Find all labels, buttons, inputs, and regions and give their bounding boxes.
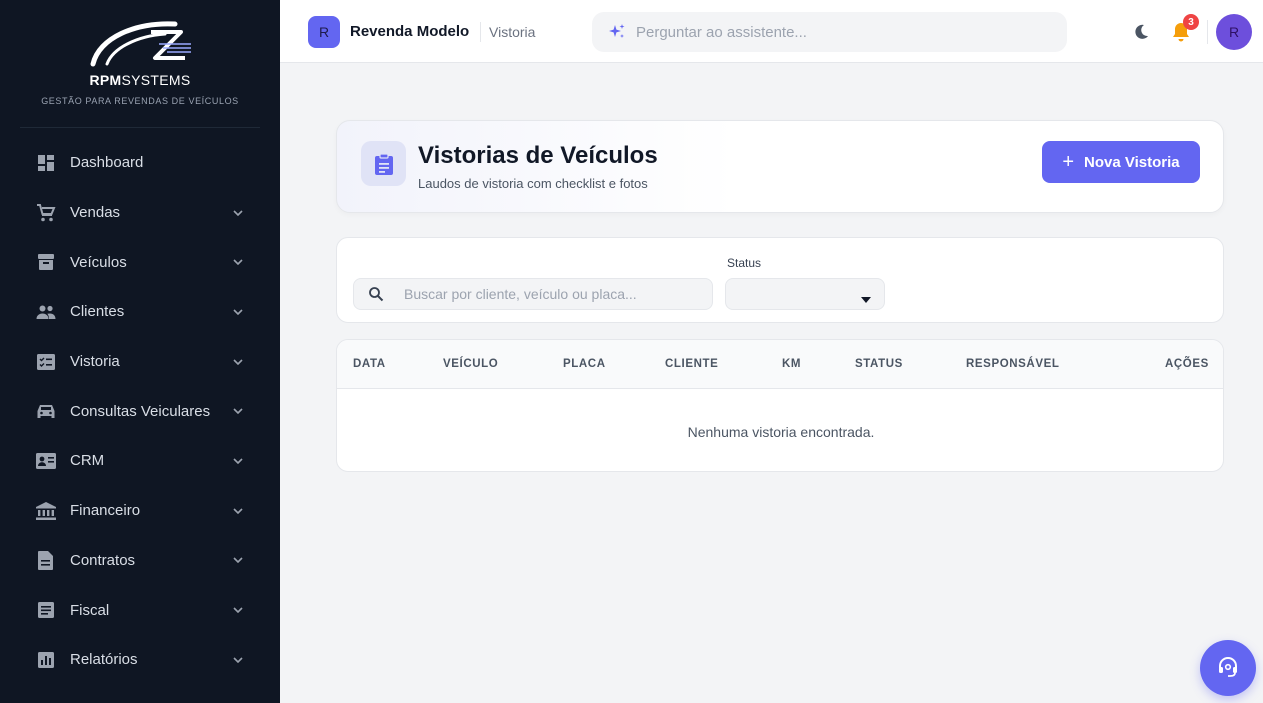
new-vistoria-label: Nova Vistoria	[1084, 153, 1180, 171]
new-vistoria-button[interactable]: + Nova Vistoria	[1042, 141, 1200, 183]
sidebar-item-consultas-veiculares[interactable]: Consultas Veiculares	[0, 386, 280, 436]
sparkle-icon	[608, 23, 626, 41]
chevron-down-icon	[232, 256, 244, 268]
chevron-down-icon	[232, 554, 244, 566]
notification-badge: 3	[1183, 14, 1199, 30]
filter-card: Status	[336, 237, 1224, 323]
sidebar-item-veiculos[interactable]: Veículos	[0, 237, 280, 287]
bank-icon	[36, 501, 56, 521]
caret-down-icon	[860, 291, 872, 303]
list-document-icon	[36, 600, 56, 620]
chevron-down-icon	[232, 505, 244, 517]
assistant-input[interactable]: Perguntar ao assistente...	[592, 12, 1067, 52]
column-header-acoes: AÇÕES	[1165, 358, 1209, 370]
breadcrumb-divider	[480, 22, 481, 42]
search-input[interactable]	[404, 286, 704, 302]
chevron-down-icon	[232, 356, 244, 368]
chevron-down-icon	[232, 455, 244, 467]
sidebar-item-label: Vistoria	[70, 353, 120, 371]
column-header-data[interactable]: DATA	[353, 358, 386, 370]
org-name[interactable]: Revenda Modelo	[350, 23, 469, 40]
page-title: Vistorias de Veículos	[418, 142, 658, 169]
sidebar-item-clientes[interactable]: Clientes	[0, 287, 280, 337]
sidebar-item-vendas[interactable]: Vendas	[0, 188, 280, 238]
plus-icon: +	[1062, 151, 1075, 173]
sidebar-item-vistoria[interactable]: Vistoria	[0, 337, 280, 387]
status-select[interactable]	[725, 278, 885, 310]
chevron-down-icon	[232, 654, 244, 666]
document-icon	[36, 550, 56, 570]
column-header-km[interactable]: KM	[782, 358, 801, 370]
chevron-down-icon	[232, 604, 244, 616]
page-header-card: Vistorias de Veículos Laudos de vistoria…	[336, 120, 1224, 213]
sidebar-item-label: CRM	[70, 452, 105, 470]
archive-box-icon	[36, 252, 56, 272]
table-header: DATA VEÍCULO PLACA CLIENTE KM STATUS RES…	[337, 340, 1223, 389]
empty-state-message: Nenhuma vistoria encontrada.	[687, 424, 875, 440]
headset-icon	[1216, 654, 1240, 683]
sidebar-item-label: Fiscal	[70, 601, 110, 619]
avatar[interactable]: R	[1216, 14, 1252, 50]
dashboard-icon	[36, 153, 56, 173]
sidebar-item-dashboard[interactable]: Dashboard	[0, 138, 280, 188]
sidebar-item-label: Consultas Veiculares	[70, 402, 211, 420]
brand-logo[interactable]: RPMSYSTEMS GESTÃO PARA REVENDAS DE VEÍCU…	[20, 0, 260, 128]
column-header-placa[interactable]: PLACA	[563, 358, 606, 370]
sidebar-item-fiscal[interactable]: Fiscal	[0, 585, 280, 635]
topbar-divider	[1207, 20, 1208, 44]
sidebar-item-label: Contratos	[70, 551, 136, 569]
dark-mode-icon[interactable]	[1131, 22, 1151, 42]
chevron-down-icon	[232, 405, 244, 417]
people-icon	[36, 302, 56, 322]
sidebar-item-contratos[interactable]: Contratos	[0, 536, 280, 586]
sidebar-item-label: Vendas	[70, 204, 121, 222]
sidebar-nav: Dashboard Vendas Veículos Clientes Visto…	[0, 138, 280, 685]
bar-chart-icon	[36, 650, 56, 670]
breadcrumb: Vistoria	[489, 24, 536, 40]
assistant-placeholder: Perguntar ao assistente...	[636, 23, 807, 41]
car-icon	[36, 401, 56, 421]
checklist-icon	[36, 352, 56, 372]
support-button[interactable]	[1200, 640, 1256, 696]
chevron-down-icon	[232, 207, 244, 219]
search-icon	[368, 286, 384, 302]
sidebar-item-crm[interactable]: CRM	[0, 436, 280, 486]
search-field[interactable]	[353, 278, 713, 310]
sidebar: RPMSYSTEMS GESTÃO PARA REVENDAS DE VEÍCU…	[0, 0, 280, 703]
column-header-cliente[interactable]: CLIENTE	[665, 358, 718, 370]
sidebar-item-label: Clientes	[70, 303, 125, 321]
org-badge[interactable]: R	[308, 16, 340, 48]
status-label: Status	[727, 256, 762, 270]
column-header-status[interactable]: STATUS	[855, 358, 903, 370]
vistorias-table: DATA VEÍCULO PLACA CLIENTE KM STATUS RES…	[336, 339, 1224, 472]
brand-tagline: GESTÃO PARA REVENDAS DE VEÍCULOS	[41, 96, 239, 106]
sidebar-item-relatorios[interactable]: Relatórios	[0, 635, 280, 685]
sidebar-item-label: Veículos	[70, 253, 127, 271]
sidebar-item-label: Dashboard	[70, 154, 144, 172]
rpm-logo-icon	[90, 21, 191, 67]
contact-card-icon	[36, 451, 56, 471]
sidebar-item-financeiro[interactable]: Financeiro	[0, 486, 280, 536]
column-header-veiculo[interactable]: VEÍCULO	[443, 358, 498, 370]
page-subtitle: Laudos de vistoria com checklist e fotos	[418, 176, 648, 191]
column-header-responsavel[interactable]: RESPONSÁVEL	[966, 358, 1060, 370]
brand-name: RPMSYSTEMS	[89, 72, 191, 88]
sidebar-item-label: Relatórios	[70, 651, 138, 669]
topbar: R Revenda Modelo Vistoria Perguntar ao a…	[280, 0, 1263, 63]
cart-icon	[36, 203, 56, 223]
clipboard-icon	[361, 141, 406, 186]
sidebar-item-label: Financeiro	[70, 502, 141, 520]
chevron-down-icon	[232, 306, 244, 318]
